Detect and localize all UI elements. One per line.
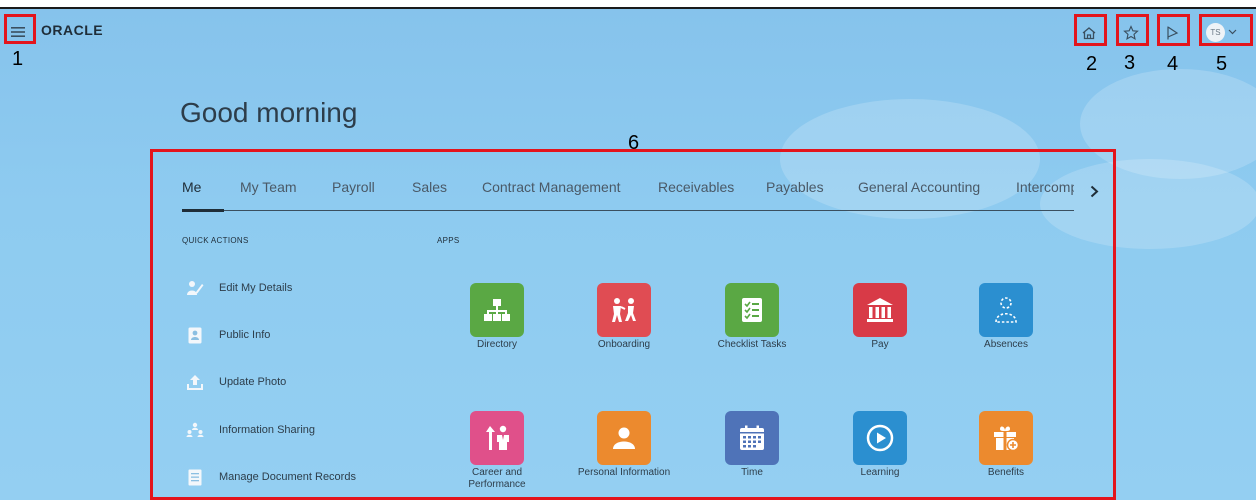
tab-sales[interactable]: Sales — [412, 179, 447, 195]
tab-receivables[interactable]: Receivables — [658, 179, 734, 195]
app-label: Time — [741, 467, 763, 478]
document-icon — [186, 468, 204, 486]
apps-title: APPS — [437, 236, 460, 245]
app-label: Directory — [476, 339, 517, 350]
annotation-box-notifications — [1157, 14, 1190, 46]
app-personal-information[interactable]: Personal Information — [576, 411, 672, 479]
app-label: Career and Performance — [468, 467, 526, 490]
annotation-number: 2 — [1086, 53, 1098, 75]
quick-action-label: Edit My Details — [219, 282, 293, 294]
app-label: Benefits — [987, 467, 1025, 478]
annotation-box-menu — [4, 14, 36, 44]
app-label: Onboarding — [597, 339, 651, 350]
onboarding-people-icon — [597, 283, 651, 337]
quick-action-manage-document-records[interactable]: Manage Document Records — [186, 466, 356, 488]
chevron-right-icon[interactable] — [1084, 180, 1104, 202]
springboard-tabs: Me My Team Payroll Sales Contract Manage… — [182, 174, 1074, 212]
edit-person-icon — [186, 279, 204, 297]
app-label: Checklist Tasks — [717, 339, 787, 350]
annotation-number: 1 — [12, 48, 24, 70]
app-onboarding[interactable]: Onboarding — [576, 283, 672, 351]
app-label: Personal Information — [577, 467, 671, 478]
oracle-logo[interactable]: ORACLE — [41, 22, 103, 38]
annotation-box-user — [1199, 14, 1253, 46]
quick-action-label: Manage Document Records — [219, 471, 356, 483]
tab-payables[interactable]: Payables — [766, 179, 824, 195]
annotation-box-home — [1074, 14, 1107, 46]
app-time[interactable]: Time — [704, 411, 800, 479]
tab-me[interactable]: Me — [182, 179, 201, 195]
tab-general-accounting[interactable]: General Accounting — [858, 179, 980, 195]
quick-action-public-info[interactable]: Public Info — [186, 324, 270, 346]
app-absences[interactable]: Absences — [958, 283, 1054, 351]
annotation-number: 3 — [1124, 52, 1136, 74]
annotation-number: 5 — [1216, 53, 1228, 75]
quick-action-label: Update Photo — [219, 376, 287, 388]
play-circle-icon — [853, 411, 907, 465]
annotation-number: 6 — [628, 132, 640, 154]
quick-action-label: Public Info — [219, 329, 271, 341]
calendar-icon — [725, 411, 779, 465]
career-people-icon — [470, 411, 524, 465]
quick-action-label: Information Sharing — [219, 424, 315, 436]
tab-my-team[interactable]: My Team — [240, 179, 297, 195]
org-chart-icon — [470, 283, 524, 337]
app-checklist-tasks[interactable]: Checklist Tasks — [704, 283, 800, 351]
share-people-icon — [186, 421, 204, 439]
bank-icon — [853, 283, 907, 337]
tab-intercompany[interactable]: Intercomp — [1016, 179, 1074, 195]
checklist-icon — [725, 283, 779, 337]
app-directory[interactable]: Directory — [449, 283, 545, 351]
active-tab-indicator — [182, 209, 224, 212]
tab-payroll[interactable]: Payroll — [332, 179, 375, 195]
app-benefits[interactable]: Benefits — [958, 411, 1054, 479]
app-pay[interactable]: Pay — [832, 283, 928, 351]
greeting-heading: Good morning — [180, 97, 358, 128]
annotation-number: 4 — [1167, 53, 1179, 75]
quick-action-update-photo[interactable]: Update Photo — [186, 371, 286, 393]
oracle-home-page: ORACLE TS 1 2 3 4 5 6 Good morning Me My… — [0, 7, 1256, 500]
upload-icon — [186, 373, 204, 391]
tab-contract-management[interactable]: Contract Management — [482, 179, 621, 195]
app-label: Absences — [984, 339, 1028, 350]
quick-action-edit-my-details[interactable]: Edit My Details — [186, 277, 292, 299]
quick-action-information-sharing[interactable]: Information Sharing — [186, 419, 315, 441]
person-card-icon — [597, 411, 651, 465]
app-learning[interactable]: Learning — [832, 411, 928, 479]
id-badge-icon — [186, 326, 204, 344]
app-career-and-performance[interactable]: Career and Performance — [449, 411, 545, 491]
annotation-box-favorites — [1116, 14, 1149, 46]
gift-icon — [979, 411, 1033, 465]
app-label: Pay — [871, 339, 889, 350]
app-label: Learning — [860, 467, 900, 478]
quick-actions-title: QUICK ACTIONS — [182, 236, 249, 245]
absence-person-icon — [979, 283, 1033, 337]
